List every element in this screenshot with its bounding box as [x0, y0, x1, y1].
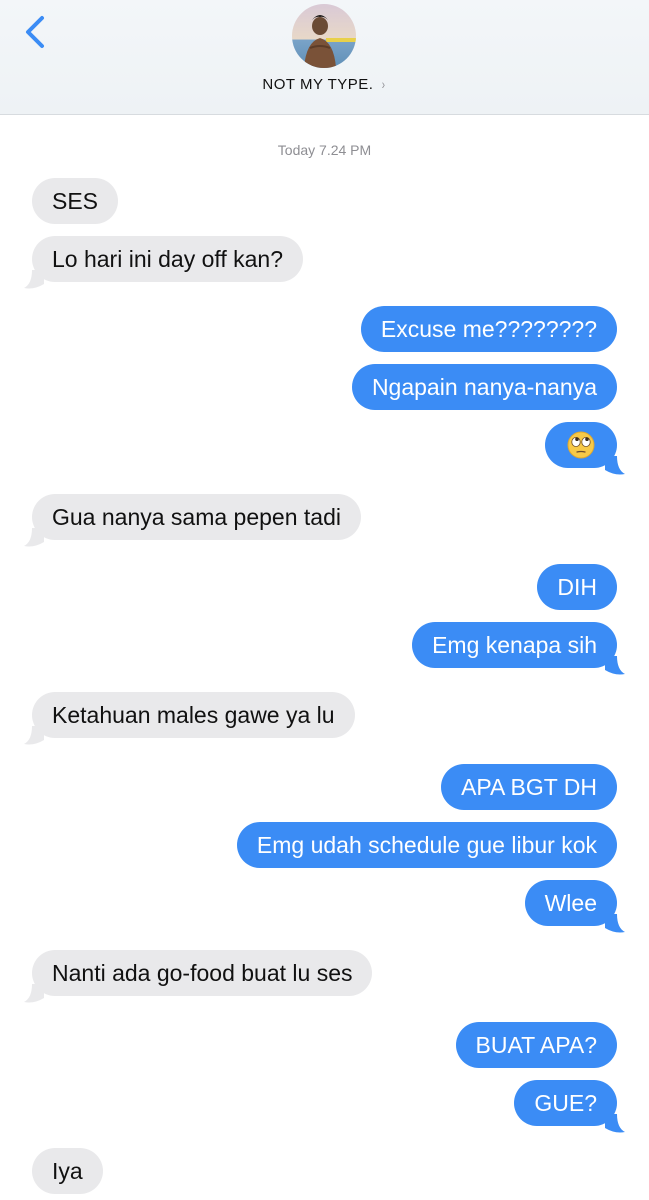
outgoing-message[interactable]: APA BGT DH	[441, 764, 617, 810]
bubble-tail	[24, 270, 44, 289]
incoming-message[interactable]: Lo hari ini day off kan?	[32, 236, 304, 282]
chevron-left-icon	[26, 16, 44, 48]
contact-name-button[interactable]: NOT MY TYPE. ›	[0, 76, 649, 93]
bubble-tail	[24, 984, 44, 1003]
bubble-tail	[24, 528, 44, 547]
contact-avatar[interactable]	[292, 4, 356, 68]
chevron-right-icon: ›	[382, 76, 386, 92]
outgoing-message[interactable]: Excuse me????????	[360, 306, 617, 352]
bubble-tail	[605, 1114, 625, 1133]
outgoing-message[interactable]: Emg kenapa sih	[412, 622, 617, 668]
conversation-timestamp: Today 7.24 PM	[277, 142, 372, 158]
conversation-header: NOT MY TYPE. ›	[0, 0, 649, 115]
outgoing-message[interactable]: BUAT APA?	[455, 1022, 617, 1068]
bubble-tail	[605, 656, 625, 675]
incoming-message[interactable]: Iya	[32, 1148, 103, 1194]
outgoing-message[interactable]: GUE?	[514, 1080, 617, 1126]
eye-roll-emoji-icon	[567, 431, 595, 459]
bubble-tail	[24, 726, 44, 745]
incoming-message[interactable]: Nanti ada go-food buat lu ses	[32, 950, 373, 996]
incoming-message[interactable]: Gua nanya sama pepen tadi	[32, 494, 361, 540]
outgoing-message[interactable]: Ngapain nanya-nanya	[351, 364, 617, 410]
outgoing-message[interactable]: Emg udah schedule gue libur kok	[236, 822, 617, 868]
back-button[interactable]	[18, 10, 58, 54]
contact-name: NOT MY TYPE.	[262, 76, 374, 93]
incoming-message[interactable]: SES	[32, 178, 119, 224]
outgoing-message[interactable]: Wlee	[524, 880, 617, 926]
bubble-tail	[605, 456, 625, 475]
outgoing-message[interactable]: DIH	[537, 564, 617, 610]
incoming-message[interactable]: Ketahuan males gawe ya lu	[32, 692, 355, 738]
avatar-photo	[292, 4, 356, 68]
bubble-tail	[605, 914, 625, 933]
